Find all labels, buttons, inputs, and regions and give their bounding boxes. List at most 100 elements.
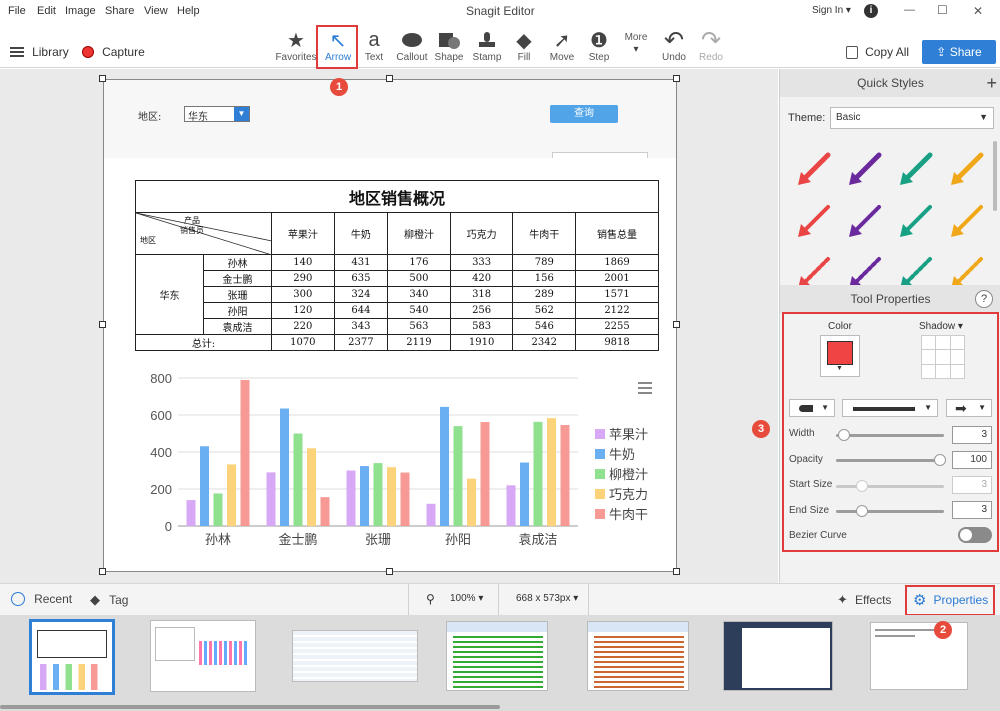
- divider: [588, 584, 589, 616]
- column-header: 巧克力: [449, 212, 514, 255]
- quick-style-arrow[interactable]: [801, 257, 830, 285]
- bar: [440, 406, 449, 526]
- canvas-area[interactable]: 地区: 华东 ▼ 查询 地区销售概况 产品 销售员 地区 苹果汁 牛奶 柳橙汁 …: [0, 69, 778, 583]
- total-cell: 9818: [575, 334, 659, 351]
- quick-style-arrow[interactable]: [800, 152, 831, 183]
- theme-label: Theme:: [788, 112, 826, 124]
- add-style-button[interactable]: +: [986, 69, 997, 97]
- value-cell: 2122: [575, 302, 659, 319]
- bar: [480, 422, 490, 526]
- quick-style-arrow[interactable]: [953, 152, 984, 183]
- quick-style-arrow[interactable]: [954, 205, 983, 234]
- quick-style-arrow[interactable]: [852, 205, 881, 234]
- help-icon[interactable]: ?: [975, 290, 993, 308]
- table-row: 孙阳 120 644 540 256 562 2122: [136, 302, 659, 319]
- minimize-button[interactable]: —: [904, 4, 915, 16]
- bar: [373, 463, 383, 526]
- value-cell: 318: [449, 286, 514, 303]
- share-button[interactable]: ⇪ Share: [922, 40, 996, 64]
- image-size-select[interactable]: 668 x 573px ▾: [516, 593, 578, 604]
- effects-button[interactable]: ✦ Effects: [837, 592, 891, 608]
- value-cell: 500: [387, 270, 451, 287]
- upload-icon: ⇪: [936, 45, 947, 59]
- legend-label: 牛奶: [609, 448, 635, 463]
- quick-style-arrow[interactable]: [801, 205, 830, 234]
- recent-label: Recent: [34, 592, 73, 606]
- resize-handle[interactable]: [673, 568, 680, 575]
- corner-region-label: 地区: [140, 236, 156, 245]
- region-select[interactable]: 华东 ▼: [184, 106, 250, 123]
- capture-thumbnail[interactable]: [723, 621, 833, 691]
- menu-edit[interactable]: Edit: [37, 5, 56, 17]
- divider: [498, 584, 499, 616]
- info-icon[interactable]: i: [864, 4, 878, 18]
- capture-thumbnail-selected[interactable]: [29, 619, 115, 695]
- copy-all-button[interactable]: Copy All: [846, 45, 909, 59]
- capture-button[interactable]: Capture: [82, 45, 145, 59]
- sign-in-button[interactable]: Sign In ▾: [812, 5, 851, 16]
- capture-thumbnail[interactable]: [587, 621, 689, 691]
- bar: [227, 464, 236, 526]
- bar: [200, 446, 209, 526]
- diagonal-lines: [136, 213, 272, 255]
- resize-handle[interactable]: [386, 568, 393, 575]
- capture-thumbnail[interactable]: [870, 622, 968, 690]
- value-cell: 431: [333, 254, 389, 271]
- tool-properties-header: Tool Properties ?: [780, 285, 1000, 313]
- menu-file[interactable]: File: [8, 5, 26, 17]
- quick-styles-header: Quick Styles +: [780, 69, 1000, 97]
- quick-style-arrow[interactable]: [852, 257, 881, 285]
- salesperson-cell: 孙阳: [203, 302, 272, 319]
- clock-icon: [11, 592, 25, 606]
- library-button[interactable]: Library: [10, 45, 69, 59]
- legend-label: 柳橙汁: [609, 468, 648, 483]
- bar: [426, 503, 436, 526]
- bar: [533, 421, 543, 526]
- quick-style-arrow[interactable]: [903, 205, 932, 234]
- value-cell: 340: [387, 286, 451, 303]
- highlight-tool-properties: [782, 312, 999, 552]
- menu-image[interactable]: Image: [65, 5, 96, 17]
- region-select-value: 华东: [188, 112, 208, 123]
- quick-style-arrow[interactable]: [903, 257, 932, 285]
- quick-style-arrow[interactable]: [954, 257, 983, 285]
- resize-handle[interactable]: [386, 75, 393, 82]
- legend-swatch: [595, 429, 605, 439]
- resize-handle[interactable]: [99, 75, 106, 82]
- captured-image[interactable]: 地区: 华东 ▼ 查询 地区销售概况 产品 销售员 地区 苹果汁 牛奶 柳橙汁 …: [103, 79, 677, 572]
- menu-view[interactable]: View: [144, 5, 168, 17]
- tool-favorites[interactable]: ★ Favorites: [274, 28, 318, 68]
- menu-share[interactable]: Share: [105, 5, 134, 17]
- menu-help[interactable]: Help: [177, 5, 200, 17]
- tool-label: Favorites: [275, 52, 317, 63]
- quick-styles-grid[interactable]: [788, 149, 988, 285]
- tag-button[interactable]: ◆ Tag: [90, 592, 128, 608]
- theme-select[interactable]: Basic ▼: [830, 107, 994, 129]
- capture-thumbnail[interactable]: [150, 620, 256, 692]
- step-badge-2: 2: [934, 621, 952, 639]
- total-cell: 2119: [387, 334, 451, 351]
- close-button[interactable]: ✕: [973, 4, 983, 18]
- maximize-button[interactable]: ☐: [937, 3, 948, 17]
- capture-thumbnail[interactable]: [292, 630, 418, 682]
- library-label: Library: [32, 45, 69, 59]
- record-icon: [82, 46, 94, 58]
- capture-thumbnail[interactable]: [446, 621, 548, 691]
- recent-button[interactable]: Recent: [11, 592, 72, 606]
- legend-label: 苹果汁: [609, 428, 648, 443]
- effects-label: Effects: [854, 593, 892, 607]
- resize-handle[interactable]: [99, 568, 106, 575]
- zoom-select[interactable]: 100% ▾: [450, 593, 483, 604]
- styles-scrollbar[interactable]: [993, 141, 997, 211]
- table-row: 袁成洁 220 343 563 583 546 2255: [136, 318, 659, 335]
- resize-handle[interactable]: [99, 321, 106, 328]
- tool-redo[interactable]: ↷ Redo: [689, 27, 733, 68]
- quick-style-arrow[interactable]: [851, 152, 882, 183]
- resize-handle[interactable]: [673, 75, 680, 82]
- value-cell: 2001: [575, 270, 659, 287]
- tag-label: Tag: [109, 593, 129, 607]
- tray-scrollbar[interactable]: [0, 705, 500, 709]
- query-button[interactable]: 查询: [550, 105, 618, 123]
- resize-handle[interactable]: [673, 321, 680, 328]
- quick-style-arrow[interactable]: [902, 152, 933, 183]
